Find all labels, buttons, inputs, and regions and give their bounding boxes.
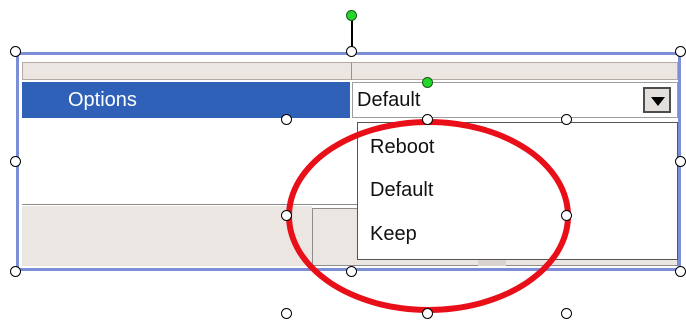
grid-header-row xyxy=(22,62,678,80)
property-name-cell[interactable]: Options xyxy=(22,82,350,118)
frame-handle-bottom-right[interactable] xyxy=(675,266,686,277)
ellipse-handle-bottom[interactable] xyxy=(422,308,433,319)
header-divider xyxy=(351,62,352,80)
ellipse-handle-top[interactable] xyxy=(422,114,433,125)
rotate-handle[interactable] xyxy=(346,10,357,21)
frame-handle-bottom[interactable] xyxy=(346,266,357,277)
ellipse-handle-top-right[interactable] xyxy=(561,114,572,125)
selected-value-label: Default xyxy=(357,89,421,111)
frame-handle-top-right[interactable] xyxy=(675,46,686,57)
ellipse-handle-bottom-left[interactable] xyxy=(281,308,292,319)
frame-handle-top-left[interactable] xyxy=(10,46,21,57)
property-value-select[interactable]: Default xyxy=(352,82,678,118)
ellipse-rotate-handle[interactable] xyxy=(422,77,433,88)
ellipse-handle-right[interactable] xyxy=(561,210,572,221)
frame-handle-top[interactable] xyxy=(346,46,357,57)
frame-handle-right[interactable] xyxy=(675,156,686,167)
dropdown-toggle-button[interactable] xyxy=(643,87,671,113)
annotation-ellipse xyxy=(286,119,571,313)
ellipse-handle-bottom-right[interactable] xyxy=(561,308,572,319)
ellipse-handle-left[interactable] xyxy=(281,210,292,221)
chevron-down-icon xyxy=(651,97,665,106)
property-name-label: Options xyxy=(68,89,137,111)
frame-handle-bottom-left[interactable] xyxy=(10,266,21,277)
ellipse-handle-top-left[interactable] xyxy=(281,114,292,125)
frame-handle-left[interactable] xyxy=(10,156,21,167)
description-panel xyxy=(22,206,312,266)
